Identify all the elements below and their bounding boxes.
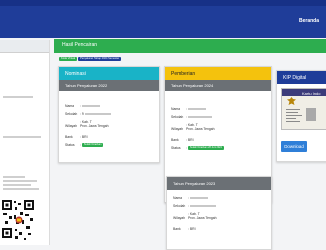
top-navbar: Beranda: [0, 0, 326, 38]
field-row: Bank: BRI: [171, 138, 194, 142]
top-strip: [0, 0, 326, 6]
kip-digital-card: KIP Digital Kartu Indo Download: [276, 70, 326, 162]
left-panel-line: [3, 136, 41, 138]
field-row: Sekolah: 9: [65, 112, 111, 116]
kip-digital-title: KIP Digital: [277, 71, 326, 84]
card-subtitle: Tahun Penyaluran 2024: [165, 80, 271, 91]
garuda-logo-icon: [287, 97, 296, 105]
results-title: Hasil Pencairan: [62, 42, 98, 48]
field-row: Wilayah: Kab. T Prov. Jawa Tengah: [171, 123, 215, 131]
nominasi-card-title: Nominasi: [59, 67, 159, 80]
field-row: Nama:: [65, 104, 100, 108]
year-2023-card: Tahun Penyaluran 2023 Nama: Sekolah: Wil…: [166, 176, 272, 250]
card-title-text: Pemberian: [171, 70, 196, 77]
pemberian-card-title: Pemberian: [165, 67, 271, 80]
card-subtitle: Tahun Penyaluran 2023: [167, 177, 271, 190]
left-sidebar-panel: [0, 40, 50, 245]
card-subtitle-text: Tahun Penyaluran 2024: [171, 83, 214, 88]
status-badge: Sudah Dicairkan 28 Juni 2024: [187, 146, 224, 150]
nav-home-link[interactable]: Beranda: [299, 18, 319, 24]
left-panel-line: [3, 96, 33, 98]
card-subtitle-text: Tahun Penyaluran 2022: [65, 83, 108, 88]
card-subtitle-text: Tahun Penyaluran 2023: [173, 181, 216, 186]
left-panel-line: [3, 176, 25, 178]
qr-code-image: [0, 198, 36, 242]
field-row: Status: Sudah Dicairkan 28 Juni 2024: [171, 146, 224, 150]
field-row: Bank: BRI: [173, 227, 196, 231]
tag-label: Penyaluran Tahap 2024 Semester: [78, 57, 122, 61]
nominasi-card: Nominasi Tahun Penyaluran 2022 Nama: Sek…: [58, 66, 160, 163]
field-row: Status: Sudah Dicairkan: [65, 143, 104, 147]
field-row: Nama:: [171, 107, 206, 111]
status-badge: Sudah Dicairkan: [81, 143, 104, 147]
field-row: Sekolah:: [171, 115, 212, 119]
photo-placeholder: [306, 108, 316, 121]
field-row: Nama:: [173, 196, 208, 200]
kip-card-text: Kartu Indo: [302, 90, 321, 96]
left-panel-line: [3, 180, 37, 182]
field-row: Bank: BRI: [65, 135, 88, 139]
results-header: Hasil Pencairan: [54, 39, 326, 53]
left-panel-header: [0, 40, 49, 53]
card-title-text: Nominasi: [65, 70, 86, 77]
field-row: Wilayah: Kab. T Prov. Jawa Tengah: [173, 212, 217, 220]
card-subtitle: Tahun Penyaluran 2022: [59, 80, 159, 91]
left-panel-line: [3, 184, 31, 186]
tag-label: Kode Virtual: [59, 57, 78, 61]
download-button[interactable]: Download: [281, 141, 307, 152]
kip-title-text: KIP Digital: [283, 74, 307, 81]
tag-row: Kode Virtual Penyaluran Tahap 2024 Semest…: [59, 57, 122, 62]
kip-card-image: Kartu Indo: [281, 88, 326, 130]
left-panel-line: [3, 188, 39, 190]
field-row: Sekolah:: [173, 204, 216, 208]
kip-card-band: Kartu Indo: [282, 89, 326, 96]
field-row: Wilayah: Kab. T Prov. Jawa Tengah: [65, 120, 109, 128]
